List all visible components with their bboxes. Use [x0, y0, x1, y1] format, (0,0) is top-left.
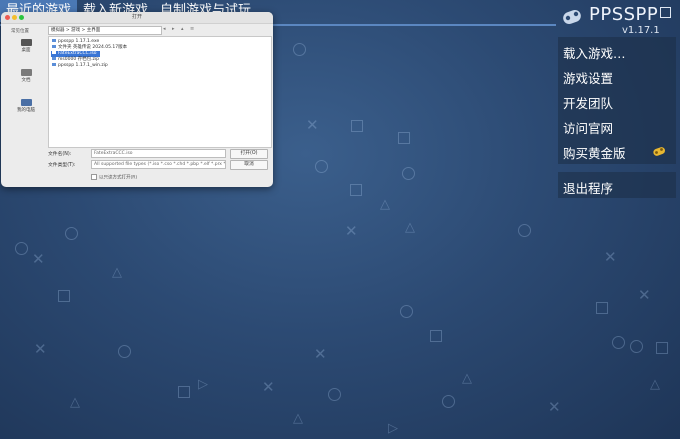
ppsspp-logo-icon — [563, 9, 581, 25]
cross-symbol: ✕ — [306, 116, 319, 134]
cross-symbol: ✕ — [604, 248, 617, 266]
circle-symbol — [15, 242, 28, 255]
back-icon[interactable]: ◂ — [163, 26, 166, 32]
cross-symbol: ✕ — [314, 345, 327, 363]
file-open-dialog: 打开 常见位置 桌面 文档 我的电脑 模拟器 > 游戏 > 主界面 ◂ ▸ ▴ … — [1, 12, 273, 187]
circle-symbol — [400, 305, 413, 318]
cross-symbol: ✕ — [32, 250, 45, 268]
square-symbol — [596, 302, 608, 314]
dialog-title: 打开 — [131, 14, 142, 20]
circle-symbol — [328, 388, 341, 401]
triangle-symbol: △ — [293, 411, 303, 426]
window-toggle-icon[interactable] — [660, 7, 671, 18]
documents-icon — [20, 69, 32, 76]
circle-symbol — [118, 345, 131, 358]
game-settings-button[interactable]: 游戏设置 — [563, 68, 613, 87]
square-symbol — [656, 342, 668, 354]
computer-icon — [20, 99, 32, 106]
cancel-button[interactable]: 取消 — [230, 160, 268, 170]
buy-gold-button[interactable]: 购买黄金版 — [563, 143, 626, 162]
app-version: v1.17.1 — [622, 25, 660, 36]
desktop-icon — [20, 39, 32, 46]
cross-symbol: ✕ — [262, 378, 275, 396]
circle-symbol — [402, 167, 415, 180]
sidebar-item-desktop[interactable]: 桌面 — [11, 39, 41, 53]
file-icon — [52, 57, 56, 60]
square-symbol — [58, 290, 70, 302]
square-symbol — [178, 386, 190, 398]
square-symbol — [351, 120, 363, 132]
circle-symbol — [518, 224, 531, 237]
app-name: PPSSPP — [589, 4, 659, 25]
folder-icon — [52, 45, 56, 48]
circle-symbol — [65, 227, 78, 240]
app-logo: PPSSPP v1.17.1 — [558, 3, 676, 37]
places-sidebar: 常见位置 桌面 文档 我的电脑 — [5, 26, 45, 156]
circle-symbol — [442, 395, 455, 408]
square-symbol — [350, 184, 362, 196]
circle-symbol — [630, 340, 643, 353]
square-symbol — [430, 330, 442, 342]
cross-symbol: ✕ — [548, 398, 561, 416]
circle-symbol — [315, 160, 328, 173]
open-button[interactable]: 打开(O) — [230, 149, 268, 159]
file-icon — [52, 39, 56, 42]
circle-symbol — [293, 43, 306, 56]
sidebar-item-computer[interactable]: 我的电脑 — [11, 99, 41, 113]
file-icon — [52, 51, 56, 54]
triangle-symbol: ▷ — [198, 377, 208, 392]
list-item[interactable]: ppsspp 1.17.1_win.zip — [51, 63, 111, 69]
exit-button[interactable]: 退出程序 — [563, 178, 613, 197]
triangle-symbol: △ — [462, 371, 472, 386]
circle-symbol — [612, 336, 625, 349]
path-dropdown[interactable]: 模拟器 > 游戏 > 主界面 — [48, 26, 162, 35]
triangle-symbol: ▷ — [388, 421, 398, 436]
triangle-symbol: △ — [650, 377, 660, 392]
file-icon — [52, 63, 56, 66]
visit-website-button[interactable]: 访问官网 — [563, 118, 613, 137]
gold-icon — [653, 147, 666, 156]
dev-team-button[interactable]: 开发团队 — [563, 93, 613, 112]
square-symbol — [398, 132, 410, 144]
cross-symbol: ✕ — [34, 340, 47, 358]
triangle-symbol: △ — [70, 395, 80, 410]
dialog-titlebar: 打开 — [1, 12, 273, 24]
main-menu: 载入游戏… 游戏设置 开发团队 访问官网 购买黄金版 — [558, 37, 676, 164]
view-list-icon[interactable]: ≡ — [190, 26, 194, 32]
exit-menu: 退出程序 — [558, 172, 676, 198]
triangle-symbol: △ — [112, 265, 122, 280]
filetype-label: 文件类型(T): — [48, 163, 76, 168]
load-game-button[interactable]: 载入游戏… — [563, 43, 626, 62]
readonly-checkbox[interactable]: 以只读方式打开(R) — [91, 174, 137, 181]
forward-icon[interactable]: ▸ — [172, 26, 175, 32]
sidebar-label: 常见位置 — [11, 29, 29, 34]
cross-symbol: ✕ — [638, 286, 651, 304]
sidebar-item-documents[interactable]: 文档 — [11, 69, 41, 83]
cross-symbol: ✕ — [345, 222, 358, 240]
checkbox-icon — [91, 174, 97, 180]
filetype-select[interactable]: All supported file types (*.iso *.cso *.… — [91, 160, 226, 169]
triangle-symbol: △ — [405, 220, 415, 235]
triangle-symbol: △ — [380, 197, 390, 212]
file-list: ppsspp 1.17.1.exe 文件夹 英雄传说 2024.05.17版本 … — [48, 36, 272, 148]
filename-label: 文件名(N): — [48, 152, 72, 157]
filename-input[interactable]: FateExtraCCC.iso — [91, 149, 226, 158]
up-folder-icon[interactable]: ▴ — [181, 26, 184, 32]
